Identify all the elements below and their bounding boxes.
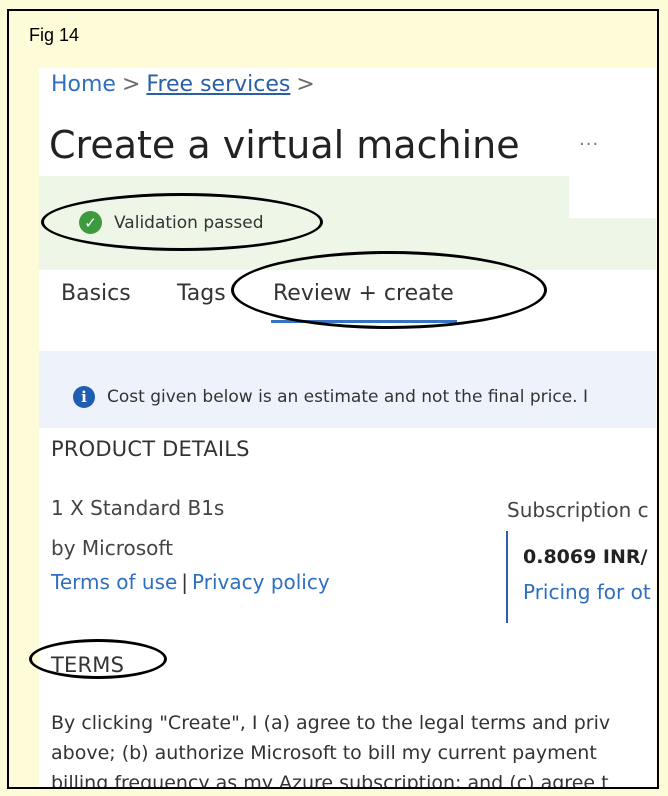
breadcrumb-separator: >: [296, 72, 315, 97]
annotation-ellipse-review-tab: [231, 251, 547, 329]
pricing-link[interactable]: Pricing for ot: [523, 580, 651, 604]
figure-frame: Fig 14 Home > Free services > Create a virt…: [7, 9, 659, 789]
product-links: Terms of use | Privacy policy: [51, 570, 330, 594]
breadcrumb-home-link[interactable]: Home: [51, 72, 116, 97]
annotation-ellipse-terms: [29, 639, 167, 679]
info-icon: i: [73, 386, 95, 408]
info-message: i Cost given below is an estimate and no…: [73, 386, 588, 408]
privacy-policy-link[interactable]: Privacy policy: [192, 570, 330, 594]
subscription-label: Subscription c: [507, 498, 649, 522]
breadcrumb-separator: >: [121, 72, 141, 97]
page-title: Create a virtual machine: [49, 123, 520, 167]
terms-line: billing frequency as my Azure subscripti…: [51, 772, 609, 789]
figure-label: Fig 14: [29, 25, 80, 45]
terms-text: By clicking "Create", I (a) agree to the…: [51, 708, 656, 789]
azure-portal-screenshot: Home > Free services > Create a virtual mac…: [39, 68, 656, 789]
breadcrumb: Home > Free services >: [51, 72, 321, 97]
terms-line: By clicking "Create", I (a) agree to the…: [51, 712, 611, 734]
breadcrumb-free-services-link[interactable]: Free services: [146, 72, 290, 97]
info-text: Cost given below is an estimate and not …: [107, 387, 588, 407]
product-name: 1 X Standard B1s: [51, 496, 225, 520]
product-vendor: by Microsoft: [51, 536, 173, 560]
terms-line: above; (b) authorize Microsoft to bill m…: [51, 742, 597, 764]
link-separator: |: [181, 570, 189, 594]
product-details-heading: PRODUCT DETAILS: [51, 437, 250, 461]
tab-basics[interactable]: Basics: [61, 281, 131, 306]
more-options-icon[interactable]: ···: [579, 134, 599, 155]
price-divider: [506, 531, 508, 623]
terms-of-use-link[interactable]: Terms of use: [51, 570, 177, 594]
price-value: 0.8069 INR/: [523, 546, 648, 568]
annotation-ellipse-validation: [41, 193, 323, 251]
tab-tags[interactable]: Tags: [177, 281, 226, 306]
